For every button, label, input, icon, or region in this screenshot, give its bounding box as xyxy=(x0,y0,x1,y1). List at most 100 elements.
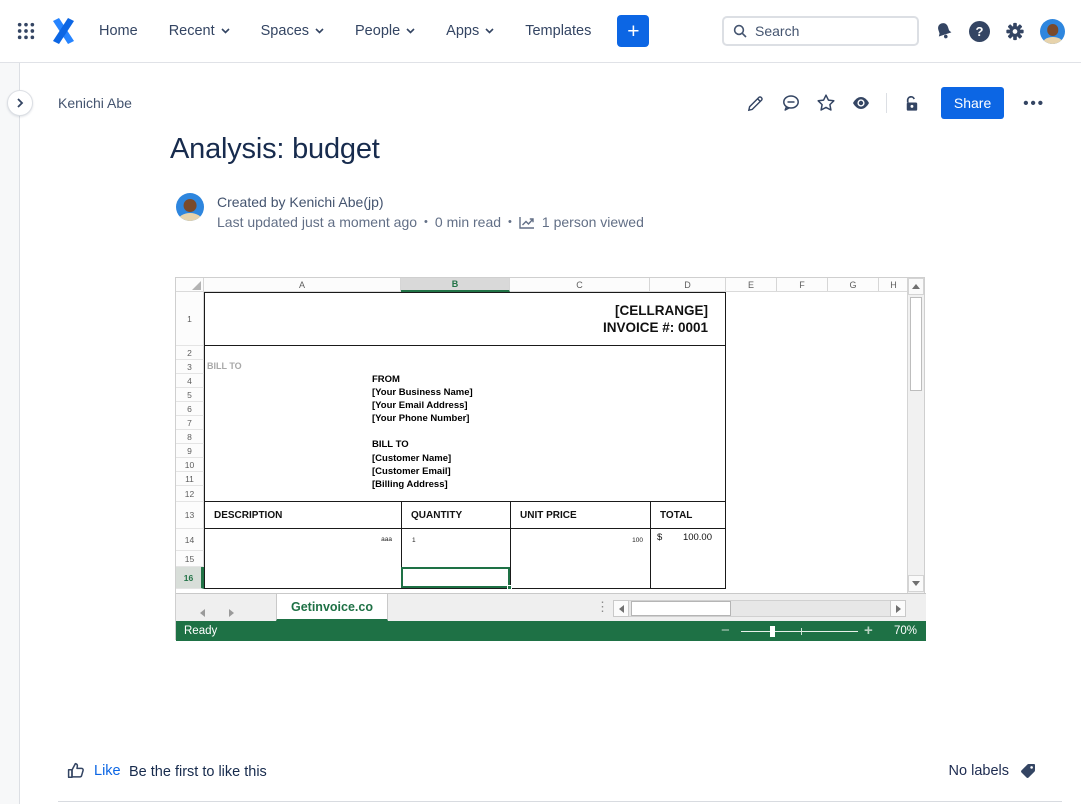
column-header-a[interactable]: A xyxy=(204,278,401,291)
tab-scroll-left-icon[interactable] xyxy=(200,604,205,622)
search-icon xyxy=(732,23,748,39)
nav-item-recent[interactable]: Recent xyxy=(169,23,230,39)
scroll-left-button[interactable] xyxy=(613,600,629,617)
column-header-h[interactable]: H xyxy=(879,278,909,291)
column-header-e[interactable]: E xyxy=(726,278,777,291)
row-header-10[interactable]: 10 xyxy=(176,458,204,472)
search-input[interactable] xyxy=(755,23,895,39)
column-header-g[interactable]: G xyxy=(828,278,879,291)
sheet-canvas[interactable]: [CELLRANGE] INVOICE #: 0001 BILL TO FROM… xyxy=(204,292,909,589)
like-link[interactable]: Like xyxy=(94,763,121,779)
chevron-down-icon xyxy=(406,28,415,34)
help-icon[interactable]: ? xyxy=(969,21,990,42)
watch-eye-icon[interactable] xyxy=(851,93,871,113)
from-bill-to-block: FROM[Your Business Name][Your Email Addr… xyxy=(372,373,473,491)
sheet-tab-bar: Getinvoice.co ⋮ xyxy=(176,593,926,621)
profile-avatar[interactable] xyxy=(1040,19,1065,44)
cell-description-a14[interactable]: aaa xyxy=(204,536,392,543)
fill-handle[interactable] xyxy=(507,585,512,589)
invoice-title-cell[interactable]: [CELLRANGE] INVOICE #: 0001 xyxy=(204,292,726,346)
confluence-logo-icon[interactable] xyxy=(50,18,77,44)
nav-item-people[interactable]: People xyxy=(355,23,415,39)
share-button[interactable]: Share xyxy=(941,87,1004,119)
no-labels-text[interactable]: No labels xyxy=(949,763,1009,779)
cell-unit-price-c14[interactable]: 100 xyxy=(510,537,643,544)
scroll-right-button[interactable] xyxy=(890,600,906,617)
row-header-3[interactable]: 3 xyxy=(176,360,204,374)
triangle-up-icon xyxy=(912,284,920,289)
search-box[interactable] xyxy=(722,16,919,46)
zoom-out-button[interactable]: − xyxy=(721,621,730,640)
header-unit-price[interactable]: UNIT PRICE xyxy=(510,502,650,529)
bill-to-watermark: BILL TO xyxy=(207,361,242,371)
row-header-9[interactable]: 9 xyxy=(176,444,204,458)
row-header-12[interactable]: 12 xyxy=(176,486,204,502)
vertical-scrollbar[interactable] xyxy=(907,278,924,593)
star-favorite-icon[interactable] xyxy=(816,93,836,113)
nav-item-templates[interactable]: Templates xyxy=(525,23,591,39)
footer-divider xyxy=(58,801,1062,802)
header-description[interactable]: DESCRIPTION xyxy=(204,502,401,529)
byline-created: Created by Kenichi Abe(jp) xyxy=(217,194,644,210)
row-header-6[interactable]: 6 xyxy=(176,402,204,416)
scroll-up-button[interactable] xyxy=(908,278,924,295)
cell-quantity-b14[interactable]: 1 xyxy=(412,537,416,544)
nav-item-spaces[interactable]: Spaces xyxy=(261,23,324,39)
expand-sidebar-button[interactable] xyxy=(7,90,33,116)
zoom-level[interactable]: 70% xyxy=(894,621,917,641)
actions-divider xyxy=(886,93,887,113)
row-header-14[interactable]: 14 xyxy=(176,529,204,551)
column-header-d[interactable]: D xyxy=(650,278,726,291)
column-header-b[interactable]: B xyxy=(401,278,510,292)
invoice-cellrange: [CELLRANGE] xyxy=(615,302,708,319)
label-tag-icon[interactable] xyxy=(1019,762,1037,780)
horizontal-scrollbar[interactable] xyxy=(613,600,906,617)
app-switcher-icon[interactable] xyxy=(16,21,36,41)
byline-views[interactable]: 1 person viewed xyxy=(542,214,644,230)
row-header-16[interactable]: 16 xyxy=(176,567,204,589)
select-all-corner[interactable] xyxy=(176,278,204,291)
row-header-5[interactable]: 5 xyxy=(176,388,204,402)
header-quantity[interactable]: QUANTITY xyxy=(401,502,510,529)
row-header-7[interactable]: 7 xyxy=(176,416,204,430)
zoom-in-button[interactable]: + xyxy=(864,621,873,641)
row-header-11[interactable]: 11 xyxy=(176,472,204,486)
row-header-13[interactable]: 13 xyxy=(176,502,204,529)
zoom-slider-track[interactable] xyxy=(741,631,858,632)
comment-icon[interactable] xyxy=(781,93,801,113)
thumbs-up-icon[interactable] xyxy=(66,761,86,781)
address-line xyxy=(372,425,473,438)
cell-total-d14[interactable]: $ 100.00 xyxy=(650,532,719,543)
zoom-slider-center-tick xyxy=(801,628,802,635)
header-total[interactable]: TOTAL xyxy=(650,502,726,529)
more-actions-button[interactable]: ••• xyxy=(1023,95,1045,112)
column-header-f[interactable]: F xyxy=(777,278,828,291)
nav-item-home[interactable]: Home xyxy=(99,23,138,39)
create-button[interactable]: + xyxy=(617,15,649,47)
tab-options-icon[interactable]: ⋮ xyxy=(596,599,609,615)
scroll-down-button[interactable] xyxy=(908,575,924,592)
byline-read-time: 0 min read xyxy=(435,214,501,230)
row-header-1[interactable]: 1 xyxy=(176,292,204,346)
row-header-15[interactable]: 15 xyxy=(176,551,204,567)
unlock-icon[interactable] xyxy=(902,93,922,113)
row-headers: 12345678910111213141516 xyxy=(176,292,204,589)
page-title: Analysis: budget xyxy=(170,133,380,166)
grid-border xyxy=(725,529,726,589)
horizontal-scroll-thumb[interactable] xyxy=(631,601,731,616)
selected-cell-b16[interactable] xyxy=(401,567,510,588)
settings-gear-icon[interactable] xyxy=(1005,21,1025,41)
column-header-c[interactable]: C xyxy=(510,278,650,291)
breadcrumb[interactable]: Kenichi Abe xyxy=(58,95,132,111)
sheet-tab-getinvoice[interactable]: Getinvoice.co xyxy=(276,594,388,621)
nav-item-apps[interactable]: Apps xyxy=(446,23,494,39)
notifications-bell-icon[interactable] xyxy=(934,21,954,41)
row-header-2[interactable]: 2 xyxy=(176,346,204,360)
tab-scroll-right-icon[interactable] xyxy=(229,604,234,622)
top-navigation-bar: Home Recent Spaces People Apps Templates + ? xyxy=(0,0,1081,63)
edit-pencil-icon[interactable] xyxy=(746,93,766,113)
vertical-scroll-thumb[interactable] xyxy=(910,297,922,391)
zoom-slider-handle[interactable] xyxy=(770,626,775,637)
row-header-8[interactable]: 8 xyxy=(176,430,204,444)
row-header-4[interactable]: 4 xyxy=(176,374,204,388)
